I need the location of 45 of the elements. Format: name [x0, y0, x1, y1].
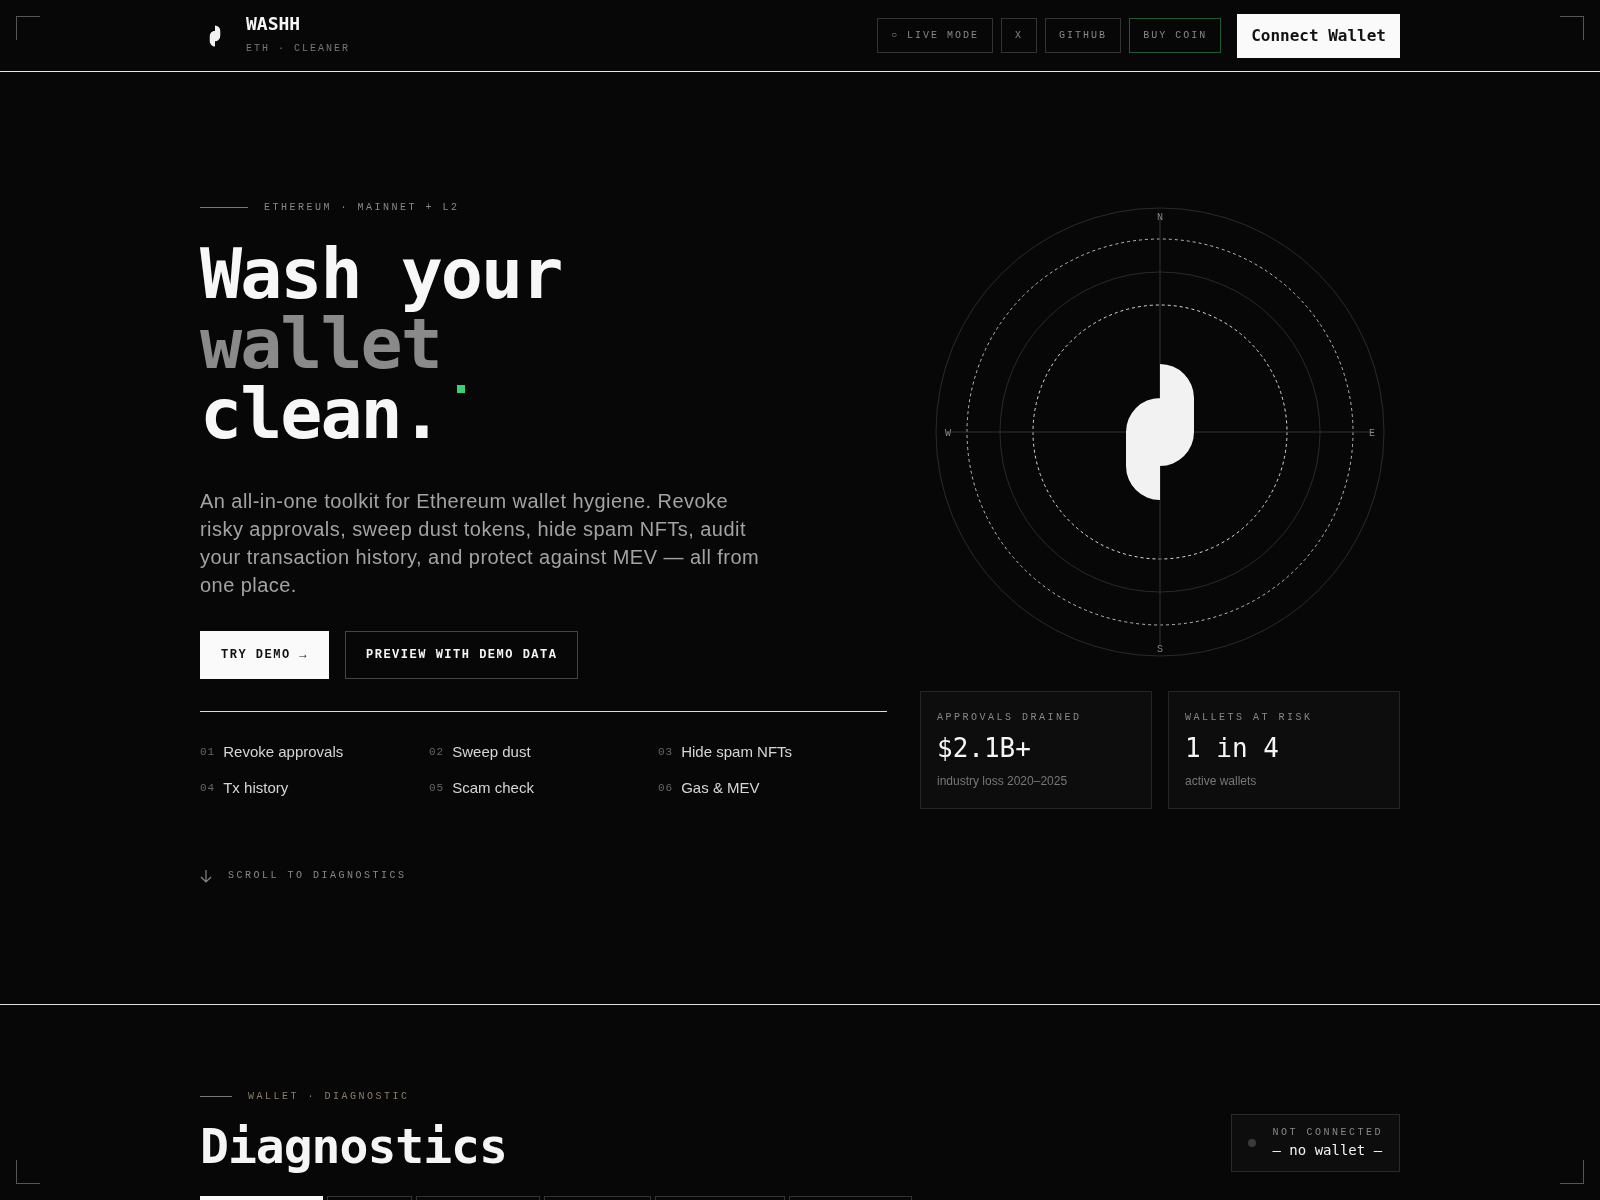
- feature-link[interactable]: Tx history: [223, 776, 289, 800]
- feature-link[interactable]: Scam check: [452, 776, 534, 800]
- stat-value: $2.1B+: [937, 732, 1032, 765]
- feature-number: 04: [200, 780, 216, 796]
- frame-corner: [1560, 16, 1584, 40]
- hero-eyebrow: ETHEREUM · MAINNET + L2: [264, 201, 460, 215]
- frame-corner: [16, 16, 40, 40]
- logo-icon: [1126, 364, 1194, 500]
- feature-link[interactable]: Revoke approvals: [223, 740, 344, 764]
- headline-line: clean.: [200, 379, 441, 449]
- stat-value: 1 in 4: [1185, 732, 1280, 765]
- nav-button[interactable]: GITHUB: [1045, 18, 1122, 53]
- stat-caption: industry loss 2020–2025: [937, 773, 1069, 790]
- brand-tagline: ETH · CLEANER: [246, 42, 350, 56]
- status-label: NOT CONNECTED: [1272, 1126, 1383, 1140]
- frame-corner: [1560, 1160, 1584, 1184]
- feature-link[interactable]: Hide spam NFTs: [681, 740, 793, 764]
- stat-label: APPROVALS DRAINED: [937, 711, 1083, 725]
- feature-number: 03: [658, 744, 674, 760]
- try-demo-button[interactable]: TRY DEMO →: [200, 631, 329, 679]
- nav-button[interactable]: BUY COIN: [1129, 18, 1222, 53]
- preview-button[interactable]: PREVIEW WITH DEMO DATA: [345, 631, 579, 679]
- feature-number: 06: [658, 780, 674, 796]
- section-eyebrow: WALLET · DIAGNOSTIC: [248, 1090, 410, 1104]
- feature-number: 01: [200, 744, 216, 760]
- brand-name: WASHH: [246, 15, 302, 33]
- arrow-down-icon: [200, 868, 212, 883]
- south-label: S: [1157, 644, 1163, 655]
- stat-label: WALLETS AT RISK: [1185, 711, 1314, 725]
- feature-link[interactable]: Gas & MEV: [681, 776, 760, 800]
- connect-wallet-button[interactable]: Connect Wallet: [1237, 13, 1400, 58]
- stat-caption: active wallets: [1185, 773, 1258, 790]
- feature-link[interactable]: Sweep dust: [452, 740, 531, 764]
- nav-button[interactable]: ○ LIVE MODE: [877, 18, 994, 53]
- scroll-hint[interactable]: SCROLL TO DIAGNOSTICS: [228, 868, 407, 883]
- east-label: E: [1369, 428, 1375, 439]
- hero-description: An all-in-one toolkit for Ethereum wallet hygiene. Revoke risky approvals, sweep dust tokens, hide spam NFTs, audit your transaction history, and protect against MEV — all from one place.: [200, 489, 761, 598]
- feature-number: 05: [429, 780, 445, 796]
- frame-corner: [16, 1160, 40, 1184]
- feature-number: 02: [429, 744, 445, 760]
- nav-button[interactable]: X: [1001, 18, 1038, 53]
- cursor-icon: [456, 385, 465, 393]
- west-label: W: [945, 428, 951, 439]
- north-label: N: [1157, 212, 1163, 223]
- status-value: — no wallet —: [1272, 1141, 1383, 1160]
